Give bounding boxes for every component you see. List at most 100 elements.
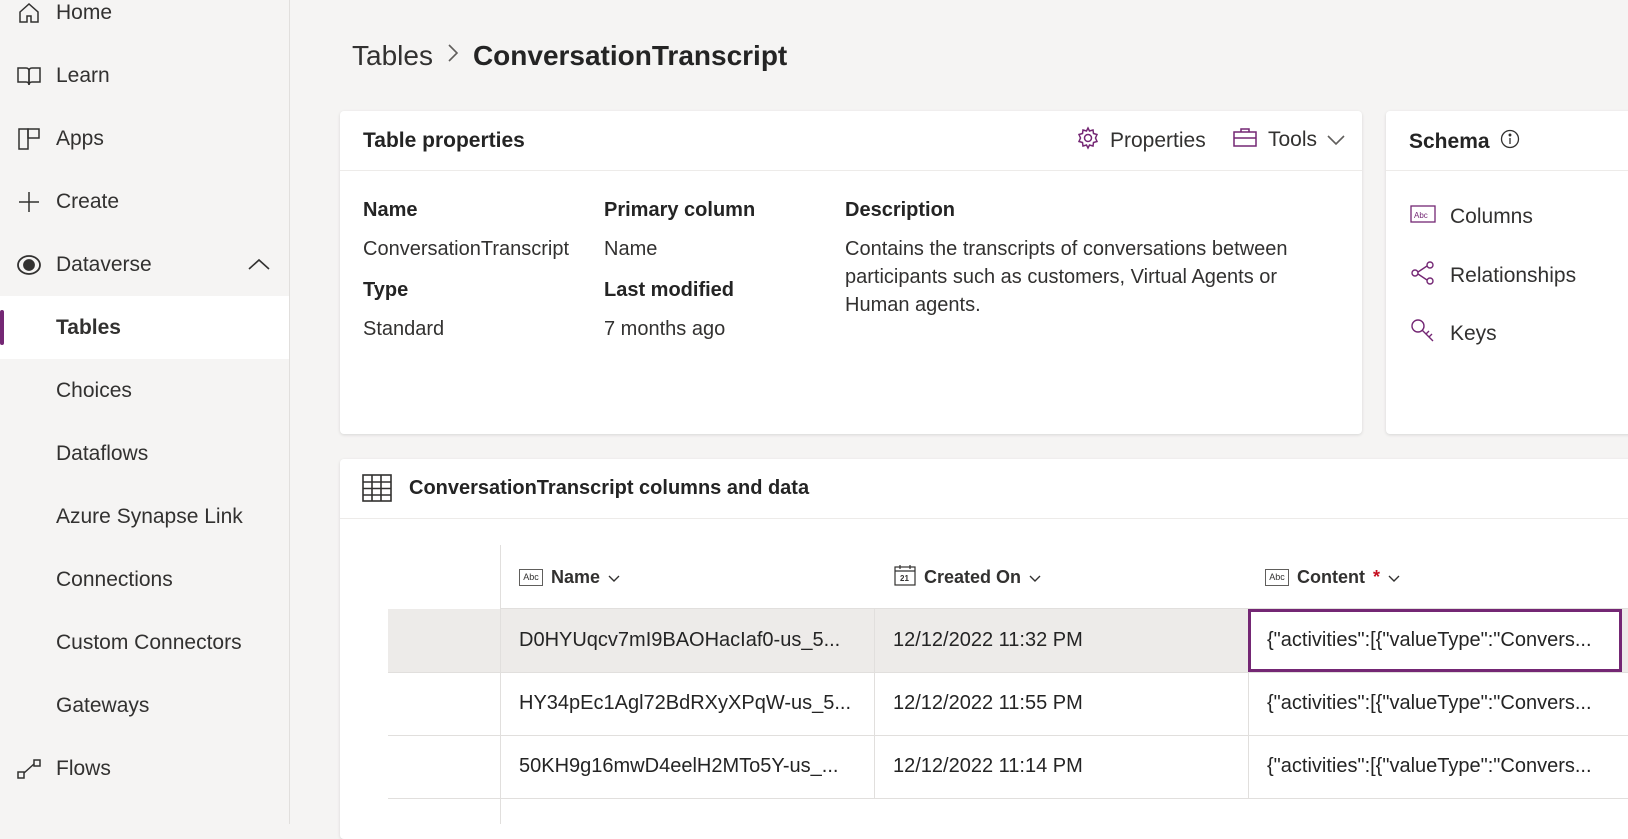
schema-relationships-link[interactable]: Relationships — [1410, 261, 1576, 291]
schema-keys-link[interactable]: Keys — [1410, 318, 1497, 350]
schema-title-text: Schema — [1409, 130, 1490, 153]
schema-card: Schema Abc Columns Relationships Keys — [1386, 111, 1628, 434]
sidebar-item-flows[interactable]: Flows — [0, 737, 289, 800]
table-cell-name[interactable]: 50KH9g16mwD4eelH2MTo5Y-us_... — [500, 735, 874, 798]
sidebar-item-label: Azure Synapse Link — [56, 504, 243, 528]
name-label: Name — [363, 199, 418, 221]
sidebar-item-azure-synapse-link[interactable]: Azure Synapse Link — [0, 485, 289, 548]
last-modified-label: Last modified — [604, 279, 735, 301]
card-header: Table properties Properties Tools — [340, 111, 1362, 171]
tools-button-label: Tools — [1268, 128, 1318, 151]
table-cell-name[interactable]: D0HYUqcv7mI9BAOHacIaf0-us_5... — [500, 609, 874, 672]
calendar-icon: 21 — [894, 564, 916, 591]
chevron-down-icon — [608, 567, 620, 588]
dataverse-icon — [16, 252, 42, 278]
column-header-content[interactable]: Abc Content * — [1265, 545, 1400, 609]
last-modified-value: 7 months ago — [604, 318, 726, 340]
sidebar-item-home[interactable]: Home — [0, 0, 289, 44]
table-cell-created-on[interactable]: 12/12/2022 11:14 PM — [874, 735, 1248, 798]
chevron-down-icon — [1327, 128, 1345, 152]
schema-title: Schema — [1409, 129, 1520, 155]
schema-item-label: Relationships — [1450, 264, 1577, 287]
gear-icon — [1076, 126, 1100, 156]
home-icon — [16, 0, 42, 26]
chevron-right-icon — [447, 43, 459, 69]
flow-icon — [16, 756, 42, 782]
key-icon — [1410, 318, 1436, 350]
column-header-label: Created On — [924, 566, 1022, 587]
table-cell-created-on[interactable]: 12/12/2022 11:55 PM — [874, 672, 1248, 735]
info-icon[interactable] — [1500, 129, 1520, 155]
table-row[interactable]: HY34pEc1Agl72BdRXyXPqW-us_5... 12/12/202… — [388, 672, 1628, 736]
sidebar-item-label: Create — [56, 189, 120, 213]
breadcrumb: Tables ConversationTranscript — [352, 40, 787, 72]
chevron-down-icon — [1029, 567, 1041, 588]
sidebar-item-label: Dataverse — [56, 252, 152, 276]
page-title: ConversationTranscript — [472, 40, 788, 71]
table-cell-name[interactable]: HY34pEc1Agl72BdRXyXPqW-us_5... — [500, 672, 874, 735]
type-label: Type — [363, 279, 409, 301]
apps-icon — [16, 126, 42, 152]
sidebar-item-label: Connections — [56, 567, 173, 591]
card-title: Table properties — [363, 129, 525, 152]
card-header: Schema — [1386, 111, 1628, 171]
sidebar-item-create[interactable]: Create — [0, 170, 289, 233]
breadcrumb-tables-link[interactable]: Tables — [352, 40, 433, 72]
sidebar-item-label: Home — [56, 0, 113, 24]
chevron-up-icon[interactable] — [247, 253, 271, 277]
table-row[interactable]: 50KH9g16mwD4eelH2MTo5Y-us_... 12/12/2022… — [388, 735, 1628, 799]
tools-button[interactable]: Tools — [1232, 126, 1345, 154]
name-value: ConversationTranscript — [363, 238, 570, 260]
properties-button[interactable]: Properties — [1076, 126, 1206, 156]
column-header-created-on[interactable]: 21 Created On — [894, 545, 1041, 609]
sidebar-item-label: Dataflows — [56, 441, 149, 465]
schema-item-label: Keys — [1450, 322, 1497, 345]
table-properties-card: Table properties Properties Tools Name C… — [340, 111, 1362, 434]
sidebar-item-label: Flows — [56, 756, 111, 780]
sidebar-item-dataflows[interactable]: Dataflows — [0, 422, 289, 485]
data-section-title: ConversationTranscript columns and data — [409, 477, 810, 499]
sidebar: Home Learn Apps Create Dataverse Tables … — [0, 0, 290, 824]
text-field-icon: Abc — [519, 568, 543, 586]
properties-button-label: Properties — [1110, 129, 1206, 152]
toolbox-icon — [1232, 126, 1258, 154]
grid-header-row: Abc Name 21 Created On Abc Content * — [392, 545, 1628, 609]
book-icon — [16, 63, 42, 89]
sidebar-item-custom-connectors[interactable]: Custom Connectors — [0, 611, 289, 674]
table-cell-content-selected[interactable]: {"activities":[{"valueType":"Convers... — [1248, 609, 1622, 672]
sidebar-item-label: Gateways — [56, 693, 150, 717]
required-marker: * — [1372, 566, 1380, 587]
table-grid-icon — [362, 474, 392, 507]
sidebar-item-dataverse[interactable]: Dataverse — [0, 233, 289, 296]
relationships-icon — [1410, 261, 1436, 291]
chevron-down-icon — [1388, 567, 1400, 588]
table-cell-created-on[interactable]: 12/12/2022 11:32 PM — [874, 609, 1248, 672]
sidebar-item-gateways[interactable]: Gateways — [0, 674, 289, 737]
card-header: ConversationTranscript columns and data — [340, 459, 1628, 519]
sidebar-item-learn[interactable]: Learn — [0, 44, 289, 107]
primary-column-label: Primary column — [604, 199, 756, 221]
text-field-icon: Abc — [1410, 204, 1436, 230]
column-header-name[interactable]: Abc Name — [519, 545, 620, 609]
sidebar-item-label: Custom Connectors — [56, 630, 242, 654]
sidebar-item-choices[interactable]: Choices — [0, 359, 289, 422]
description-label: Description — [845, 199, 956, 221]
sidebar-item-connections[interactable]: Connections — [0, 548, 289, 611]
table-cell-content[interactable]: {"activities":[{"valueType":"Convers... — [1248, 735, 1622, 798]
sidebar-item-label: Learn — [56, 63, 110, 87]
plus-icon — [16, 189, 42, 215]
sidebar-item-label: Choices — [56, 378, 132, 402]
sidebar-item-apps[interactable]: Apps — [0, 107, 289, 170]
primary-column-value: Name — [604, 238, 658, 260]
table-row[interactable]: D0HYUqcv7mI9BAOHacIaf0-us_5... 12/12/202… — [388, 609, 1628, 673]
type-value: Standard — [363, 318, 445, 340]
schema-columns-link[interactable]: Abc Columns — [1410, 204, 1533, 230]
svg-text:Abc: Abc — [1414, 211, 1428, 220]
schema-item-label: Columns — [1450, 205, 1533, 228]
svg-text:21: 21 — [900, 574, 909, 583]
text-field-icon: Abc — [1265, 568, 1289, 586]
table-cell-content[interactable]: {"activities":[{"valueType":"Convers... — [1248, 672, 1622, 735]
sidebar-item-label: Apps — [56, 126, 104, 150]
column-header-label: Name — [551, 566, 601, 587]
sidebar-item-tables[interactable]: Tables — [0, 296, 289, 359]
